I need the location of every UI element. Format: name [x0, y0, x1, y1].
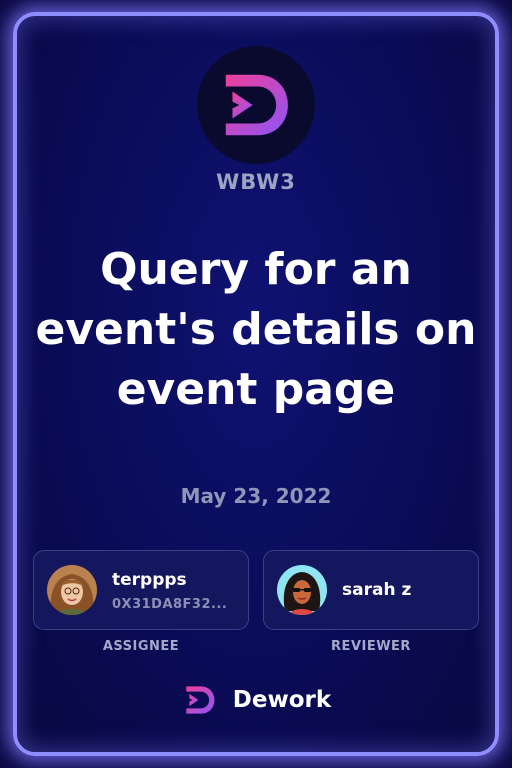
- assignee-card[interactable]: terppps 0X31DA8F32...: [33, 550, 249, 630]
- dework-d-logo-icon: [186, 686, 215, 714]
- organization-logo: [197, 46, 315, 164]
- assignee-role-label: ASSIGNEE: [102, 639, 180, 654]
- reviewer-card[interactable]: sarah z: [263, 550, 479, 630]
- reviewer-avatar: [277, 565, 327, 615]
- assignee-name: terppps: [112, 570, 187, 590]
- assignee-avatar: [47, 565, 97, 615]
- organization-name: WBW3: [216, 170, 296, 194]
- assignee-wallet-address: 0X31DA8F32...: [112, 597, 228, 612]
- task-date: May 23, 2022: [180, 484, 332, 508]
- reviewer-name: sarah z: [342, 580, 412, 600]
- footer-brand: Dework: [0, 680, 512, 720]
- dework-d-logo-icon: [225, 74, 288, 136]
- footer-brand-name: Dework: [232, 687, 332, 713]
- task-title: Query for an event's details on event pa…: [35, 244, 477, 415]
- reviewer-role-label: REVIEWER: [331, 639, 411, 654]
- background: WBW3 Query for an event's details on eve…: [0, 0, 512, 768]
